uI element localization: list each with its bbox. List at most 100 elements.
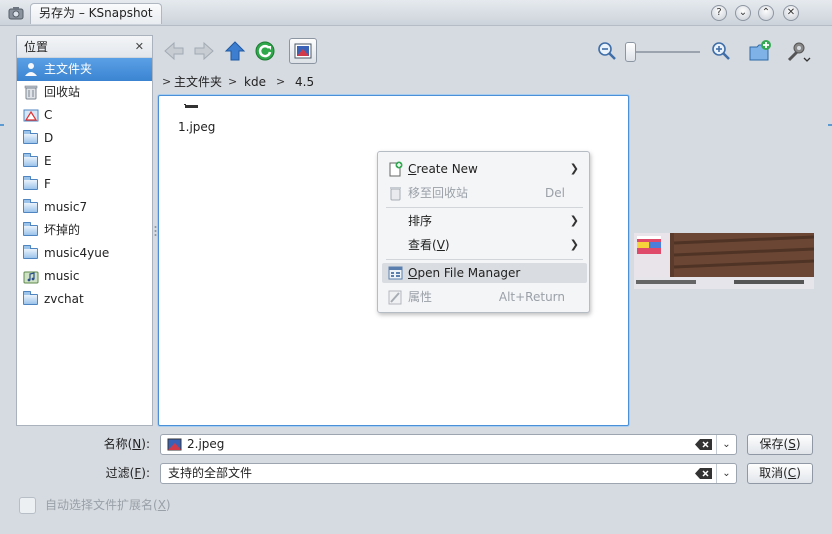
save-button[interactable]: 保存(S) xyxy=(747,434,813,455)
filter-combobox[interactable]: 支持的全部文件 ⌄ xyxy=(160,463,737,484)
zoom-out-icon[interactable] xyxy=(597,41,617,61)
folder-icon xyxy=(23,176,38,190)
jpeg-file-icon xyxy=(167,438,182,451)
chevron-down-icon[interactable]: ⌄ xyxy=(716,435,736,454)
ksnapshot-app-icon xyxy=(8,7,24,20)
sidebar-item-label: 回收站 xyxy=(44,85,81,99)
sidebar-item-zvchat[interactable]: zvchat xyxy=(17,288,152,311)
folder-icon xyxy=(23,199,38,213)
sidebar-item-trash[interactable]: 回收站 xyxy=(17,81,152,104)
sidebar-item-label: F xyxy=(44,177,51,191)
shortcut-label: Del xyxy=(545,186,565,200)
chevron-down-icon[interactable]: ⌄ xyxy=(716,464,736,483)
zoom-slider-handle[interactable] xyxy=(625,42,636,62)
preview-toggle-button[interactable] xyxy=(289,38,317,64)
back-arrow-icon[interactable] xyxy=(163,40,185,62)
new-document-icon xyxy=(389,161,403,177)
breadcrumb-item-kde[interactable]: kde xyxy=(244,73,266,91)
sidebar-item-music[interactable]: music xyxy=(17,265,152,288)
chevron-right-icon: ❯ xyxy=(569,162,579,175)
places-panel: 位置 ✕ 主文件夹 回收站 C D E F music7 坏掉的 music4y… xyxy=(16,35,153,426)
sidebar-item-d[interactable]: D xyxy=(17,127,152,150)
menu-item-move-to-trash: 移至回收站 Del xyxy=(382,183,587,203)
folder-icon xyxy=(23,153,38,167)
help-button[interactable]: ? xyxy=(711,5,727,21)
music-folder-icon xyxy=(23,271,39,284)
background-window-edge xyxy=(828,124,832,126)
context-menu: Create New ❯ 移至回收站 Del 排序 ❯ 查看(V) ❯ Open… xyxy=(377,151,590,313)
filter-label: 过滤(F): xyxy=(105,466,150,480)
sidebar-item-label: C xyxy=(44,108,53,122)
clear-text-icon[interactable] xyxy=(695,439,712,450)
sidebar-item-music4yue[interactable]: music4yue xyxy=(17,242,152,265)
breadcrumb-item-home[interactable]: 主文件夹 xyxy=(174,73,222,91)
background-window-edge xyxy=(0,124,4,126)
zoom-in-icon[interactable] xyxy=(711,41,731,61)
file-manager-icon xyxy=(388,266,403,280)
sidebar-item-c[interactable]: C xyxy=(17,104,152,127)
places-header: 位置 ✕ xyxy=(17,36,152,58)
filename-value[interactable]: 2.jpeg xyxy=(187,435,224,454)
menu-item-open-file-manager[interactable]: Open File Manager xyxy=(382,263,587,283)
sidebar-item-broken[interactable]: 坏掉的 xyxy=(17,219,152,242)
menu-item-sort[interactable]: 排序 ❯ xyxy=(382,211,587,231)
chevron-right-icon[interactable]: > xyxy=(276,73,285,91)
folder-icon xyxy=(23,245,38,259)
sidebar-item-e[interactable]: E xyxy=(17,150,152,173)
sidebar-item-label: 坏掉的 xyxy=(44,223,81,237)
auto-extension-checkbox[interactable] xyxy=(19,497,36,514)
menu-separator xyxy=(386,207,583,208)
cancel-button[interactable]: 取消(C) xyxy=(747,463,813,484)
places-title: 位置 xyxy=(24,40,49,54)
sidebar-item-f[interactable]: F xyxy=(17,173,152,196)
sidebar-item-label: D xyxy=(44,131,54,145)
chevron-right-icon: ❯ xyxy=(569,214,579,227)
jpeg-thumbnail-icon xyxy=(184,104,198,108)
options-wrench-icon[interactable] xyxy=(785,40,811,64)
file-name: 1.jpeg xyxy=(178,120,216,134)
sidebar-item-label: E xyxy=(44,154,52,168)
shortcut-label: Alt+Return xyxy=(498,290,565,304)
properties-pencil-icon xyxy=(388,290,402,305)
sidebar-item-label: music4yue xyxy=(44,246,110,260)
maximize-button[interactable]: ⌃ xyxy=(758,5,774,21)
menu-item-create-new[interactable]: Create New ❯ xyxy=(382,159,587,179)
title-bar[interactable]: 另存为 – KSnapshot ? ⌄ ⌃ ✕ xyxy=(0,0,832,26)
sidebar-item-label: zvchat xyxy=(44,292,84,306)
up-arrow-icon[interactable] xyxy=(224,40,246,62)
forward-arrow-icon[interactable] xyxy=(193,40,215,62)
folder-icon xyxy=(23,291,38,305)
chevron-right-icon: ❯ xyxy=(569,238,579,251)
sidebar-item-label: music xyxy=(44,269,80,283)
menu-item-view[interactable]: 查看(V) ❯ xyxy=(382,235,587,255)
drive-warning-icon xyxy=(23,109,39,122)
window-title: 另存为 – KSnapshot xyxy=(30,3,162,24)
zoom-slider-track[interactable] xyxy=(628,51,700,53)
menu-item-properties: 属性 Alt+Return xyxy=(382,287,587,307)
menu-separator xyxy=(386,259,583,260)
trash-icon xyxy=(390,187,401,201)
name-label: 名称(N): xyxy=(103,437,150,451)
auto-extension-label: 自动选择文件扩展名(X) xyxy=(45,498,171,512)
folder-icon xyxy=(23,222,38,236)
splitter-handle[interactable] xyxy=(154,225,157,237)
sidebar-item-music7[interactable]: music7 xyxy=(17,196,152,219)
sidebar-item-label: 主文件夹 xyxy=(44,62,93,76)
sidebar-item-home[interactable]: 主文件夹 xyxy=(17,58,152,81)
chevron-right-icon[interactable]: > xyxy=(162,73,171,91)
image-preview xyxy=(634,233,814,289)
places-close-icon[interactable]: ✕ xyxy=(135,36,144,58)
clear-text-icon[interactable] xyxy=(695,468,712,479)
image-preview-icon xyxy=(294,43,312,59)
trash-icon xyxy=(24,85,38,100)
filename-combobox[interactable]: 2.jpeg ⌄ xyxy=(160,434,737,455)
minimize-button[interactable]: ⌄ xyxy=(735,5,751,21)
refresh-icon[interactable] xyxy=(254,40,276,62)
folder-icon xyxy=(23,130,38,144)
chevron-right-icon[interactable]: > xyxy=(228,73,237,91)
new-folder-icon[interactable] xyxy=(748,39,772,63)
close-button[interactable]: ✕ xyxy=(783,5,799,21)
breadcrumb-item-current[interactable]: 4.5 xyxy=(295,73,314,91)
filter-value[interactable]: 支持的全部文件 xyxy=(168,464,252,483)
home-icon xyxy=(25,63,37,76)
